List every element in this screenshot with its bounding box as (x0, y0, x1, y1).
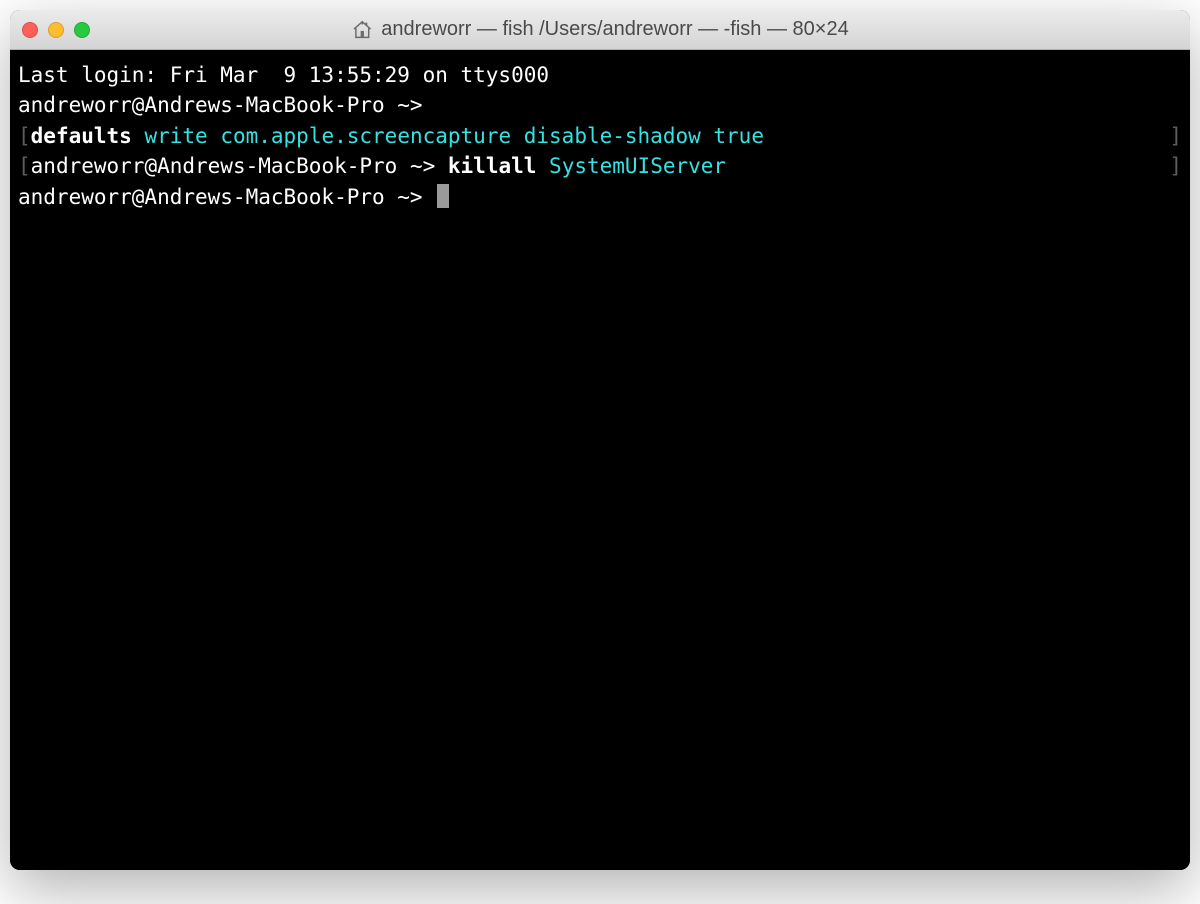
prompt-text: andreworr@Andrews-MacBook-Pro ~> (18, 90, 423, 120)
prompt-text: andreworr@Andrews-MacBook-Pro ~> (18, 182, 435, 212)
minimize-button[interactable] (48, 22, 64, 38)
window-title: andreworr — fish /Users/andreworr — -fis… (381, 18, 848, 41)
terminal-window: andreworr — fish /Users/andreworr — -fis… (10, 10, 1190, 870)
command-name: killall (448, 151, 537, 181)
terminal-line: [defaults write com.apple.screencapture … (18, 121, 1182, 151)
command-name: defaults (31, 121, 132, 151)
terminal-line: [andreworr@Andrews-MacBook-Pro ~> killal… (18, 151, 1182, 181)
command-args: write com.apple.screencapture disable-sh… (132, 121, 764, 151)
prompt-text: andreworr@Andrews-MacBook-Pro ~> (31, 151, 448, 181)
cursor (437, 184, 449, 208)
terminal-line: andreworr@Andrews-MacBook-Pro ~> (18, 90, 1182, 120)
bracket-close: ] (1169, 121, 1182, 151)
traffic-lights (22, 22, 90, 38)
command-args: SystemUIServer (536, 151, 726, 181)
home-icon (351, 19, 373, 41)
terminal-body[interactable]: Last login: Fri Mar 9 13:55:29 on ttys00… (10, 50, 1190, 870)
bracket-open: [ (18, 121, 31, 151)
window-title-wrap: andreworr — fish /Users/andreworr — -fis… (351, 18, 848, 41)
terminal-line: Last login: Fri Mar 9 13:55:29 on ttys00… (18, 60, 1182, 90)
terminal-line: andreworr@Andrews-MacBook-Pro ~> (18, 182, 1182, 212)
maximize-button[interactable] (74, 22, 90, 38)
bracket-open: [ (18, 151, 31, 181)
close-button[interactable] (22, 22, 38, 38)
last-login-text: Last login: Fri Mar 9 13:55:29 on ttys00… (18, 60, 549, 90)
bracket-close: ] (1169, 151, 1182, 181)
titlebar[interactable]: andreworr — fish /Users/andreworr — -fis… (10, 10, 1190, 50)
